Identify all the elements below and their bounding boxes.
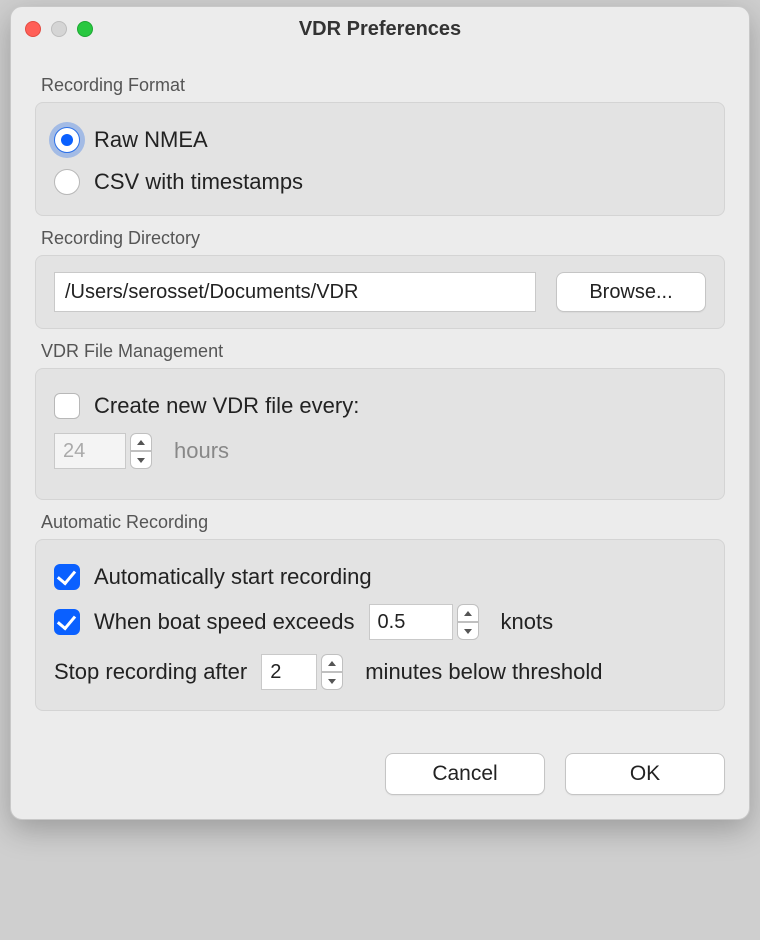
chevron-down-icon <box>464 629 472 634</box>
recording-directory-input[interactable] <box>54 272 536 312</box>
speed-step-down[interactable] <box>457 622 479 640</box>
interval-step-down <box>130 451 152 469</box>
speed-exceeds-row[interactable]: When boat speed exceeds knots <box>54 604 706 640</box>
stop-after-suffix: minutes below threshold <box>365 659 602 685</box>
speed-exceeds-label: When boat speed exceeds <box>94 609 355 635</box>
auto-start-checkbox[interactable] <box>54 564 80 590</box>
radio-raw-nmea-label: Raw NMEA <box>94 127 208 153</box>
chevron-up-icon <box>137 440 145 445</box>
radio-csv-timestamps-control[interactable] <box>54 169 80 195</box>
stop-after-step-down[interactable] <box>321 672 343 690</box>
radio-raw-nmea-control[interactable] <box>54 127 80 153</box>
create-new-file-label: Create new VDR file every: <box>94 393 359 419</box>
file-management-section: Create new VDR file every: hours <box>35 368 725 500</box>
create-new-file-row[interactable]: Create new VDR file every: <box>54 393 706 419</box>
file-management-label: VDR File Management <box>41 341 725 362</box>
browse-button[interactable]: Browse... <box>556 272 706 312</box>
preferences-window: VDR Preferences Recording Format Raw NME… <box>10 6 750 820</box>
auto-start-row[interactable]: Automatically start recording <box>54 564 706 590</box>
automatic-recording-section: Automatically start recording When boat … <box>35 539 725 711</box>
speed-stepper-buttons[interactable] <box>457 604 479 640</box>
radio-csv-timestamps[interactable]: CSV with timestamps <box>54 169 706 195</box>
speed-unit-label: knots <box>501 609 554 635</box>
create-new-file-checkbox[interactable] <box>54 393 80 419</box>
interval-stepper-buttons <box>130 433 152 469</box>
recording-format-section: Raw NMEA CSV with timestamps <box>35 102 725 216</box>
stop-after-stepper-wrap <box>261 654 343 690</box>
automatic-recording-label: Automatic Recording <box>41 512 725 533</box>
stop-after-stepper-buttons[interactable] <box>321 654 343 690</box>
chevron-up-icon <box>328 661 336 666</box>
content: Recording Format Raw NMEA CSV with times… <box>11 51 749 731</box>
stop-after-row: Stop recording after minutes below thres… <box>54 654 706 690</box>
interval-step-up <box>130 433 152 451</box>
stop-after-input[interactable] <box>261 654 317 690</box>
chevron-up-icon <box>464 611 472 616</box>
interval-unit-label: hours <box>174 438 229 464</box>
speed-step-up[interactable] <box>457 604 479 622</box>
interval-stepper <box>54 433 152 469</box>
cancel-button[interactable]: Cancel <box>385 753 545 795</box>
ok-button[interactable]: OK <box>565 753 725 795</box>
footer: Cancel OK <box>11 731 749 819</box>
speed-exceeds-checkbox[interactable] <box>54 609 80 635</box>
window-title: VDR Preferences <box>11 18 749 41</box>
radio-csv-timestamps-label: CSV with timestamps <box>94 169 303 195</box>
recording-directory-label: Recording Directory <box>41 228 725 249</box>
recording-directory-section: Browse... <box>35 255 725 329</box>
speed-stepper-wrap <box>369 604 479 640</box>
stop-after-step-up[interactable] <box>321 654 343 672</box>
create-new-interval-row: hours <box>54 433 706 469</box>
recording-format-label: Recording Format <box>41 75 725 96</box>
speed-input[interactable] <box>369 604 453 640</box>
titlebar: VDR Preferences <box>11 7 749 51</box>
interval-input <box>54 433 126 469</box>
auto-start-label: Automatically start recording <box>94 564 372 590</box>
chevron-down-icon <box>328 679 336 684</box>
stop-after-prefix: Stop recording after <box>54 659 247 685</box>
chevron-down-icon <box>137 458 145 463</box>
radio-raw-nmea[interactable]: Raw NMEA <box>54 127 706 153</box>
